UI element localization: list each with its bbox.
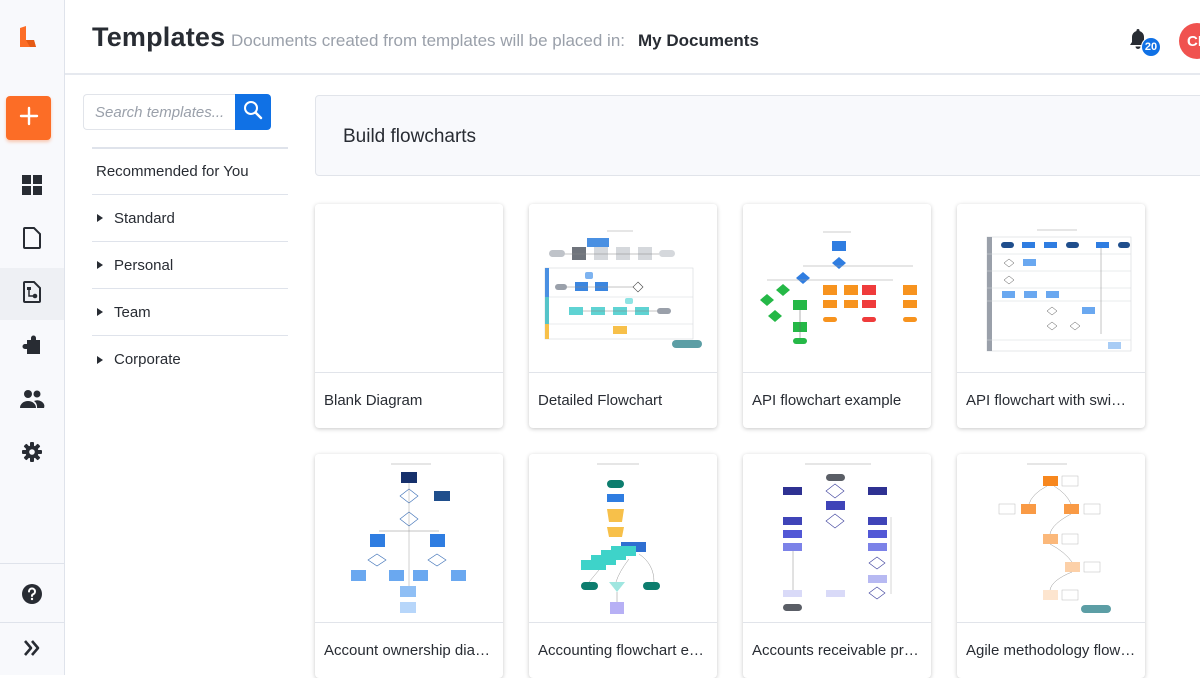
page-title: Templates <box>92 22 226 52</box>
notifications-count-badge: 20 <box>1141 37 1161 57</box>
page-header: Templates Documents created from templat… <box>65 0 1200 75</box>
category-corporate[interactable]: Corporate <box>92 336 288 383</box>
nav-rail <box>0 0 65 675</box>
template-card[interactable]: Accounts receivable process <box>743 454 931 678</box>
template-search <box>83 94 271 130</box>
template-document-icon <box>23 280 41 308</box>
template-card[interactable]: API flowchart example <box>743 204 931 428</box>
template-thumbnail-accounting-flowchart <box>529 454 717 623</box>
rail-divider <box>0 622 64 623</box>
template-thumbnail-blank <box>315 204 503 373</box>
nav-item-settings[interactable] <box>0 428 64 480</box>
search-button[interactable] <box>235 94 271 130</box>
template-thumbnail-agile-flowchart <box>957 454 1145 623</box>
user-avatar[interactable]: CH <box>1179 23 1200 59</box>
template-name: Agile methodology flowchart <box>966 642 1138 659</box>
search-icon <box>243 100 263 125</box>
category-label: Personal <box>114 256 174 274</box>
caret-right-icon <box>97 308 103 316</box>
template-name: API flowchart with swimlanes <box>966 392 1138 409</box>
template-card[interactable]: Detailed Flowchart <box>529 204 717 428</box>
double-chevron-right-icon <box>23 639 41 662</box>
category-personal[interactable]: Personal <box>92 242 288 289</box>
rail-divider <box>0 563 64 564</box>
new-document-button[interactable] <box>6 96 51 140</box>
category-team[interactable]: Team <box>92 289 288 336</box>
template-card[interactable]: Agile methodology flowchart <box>957 454 1145 678</box>
nav-item-templates[interactable] <box>0 268 64 320</box>
document-icon <box>23 226 41 254</box>
help-button[interactable] <box>0 570 64 622</box>
section-banner: Build flowcharts <box>315 95 1200 176</box>
category-label: Standard <box>114 209 175 227</box>
question-circle-icon <box>21 583 43 610</box>
template-thumbnail-account-ownership <box>315 454 503 623</box>
template-card[interactable]: Accounting flowchart example <box>529 454 717 678</box>
template-name: API flowchart example <box>752 392 902 409</box>
category-standard[interactable]: Standard <box>92 195 288 242</box>
template-thumbnail-accounts-receivable <box>743 454 931 623</box>
destination-folder[interactable]: My Documents <box>638 31 759 51</box>
grid-icon <box>22 174 42 200</box>
gear-icon <box>22 441 42 467</box>
users-icon <box>19 389 45 414</box>
caret-right-icon <box>97 355 103 364</box>
search-templates-input[interactable] <box>83 94 236 130</box>
destination-label: Documents created from templates will be… <box>231 31 626 50</box>
template-card[interactable]: API flowchart with swimlanes <box>957 204 1145 428</box>
template-thumbnail-swimlane-flowchart <box>529 204 717 373</box>
section-title: Build flowcharts <box>343 126 477 147</box>
template-name: Blank Diagram <box>324 392 423 409</box>
plus-icon <box>19 106 39 131</box>
caret-right-icon <box>97 214 103 222</box>
category-label: Corporate <box>114 351 181 368</box>
expand-rail-button[interactable] <box>0 624 64 676</box>
template-name: Accounts receivable process <box>752 642 924 659</box>
template-name: Detailed Flowchart <box>538 392 663 409</box>
nav-item-team[interactable] <box>0 375 64 427</box>
category-recommended[interactable]: Recommended for You <box>92 149 288 195</box>
template-card[interactable]: Account ownership diagram <box>315 454 503 678</box>
template-thumbnail-api-flowchart <box>743 204 931 373</box>
template-name: Accounting flowchart example <box>538 642 710 659</box>
template-card[interactable]: Blank Diagram <box>315 204 503 428</box>
template-name: Account ownership diagram <box>324 642 496 659</box>
template-thumbnail-api-swimlane-flowchart <box>957 204 1145 373</box>
template-category-list: Recommended for You Standard Personal Te… <box>92 147 288 383</box>
caret-right-icon <box>97 261 103 269</box>
category-label: Team <box>114 303 151 321</box>
nav-item-integrations[interactable] <box>0 321 64 373</box>
lucid-logo-icon[interactable] <box>18 26 38 48</box>
puzzle-piece-icon <box>21 334 43 361</box>
category-label: Recommended for You <box>96 163 249 180</box>
nav-item-documents[interactable] <box>0 214 64 266</box>
nav-item-dashboard[interactable] <box>0 161 64 213</box>
